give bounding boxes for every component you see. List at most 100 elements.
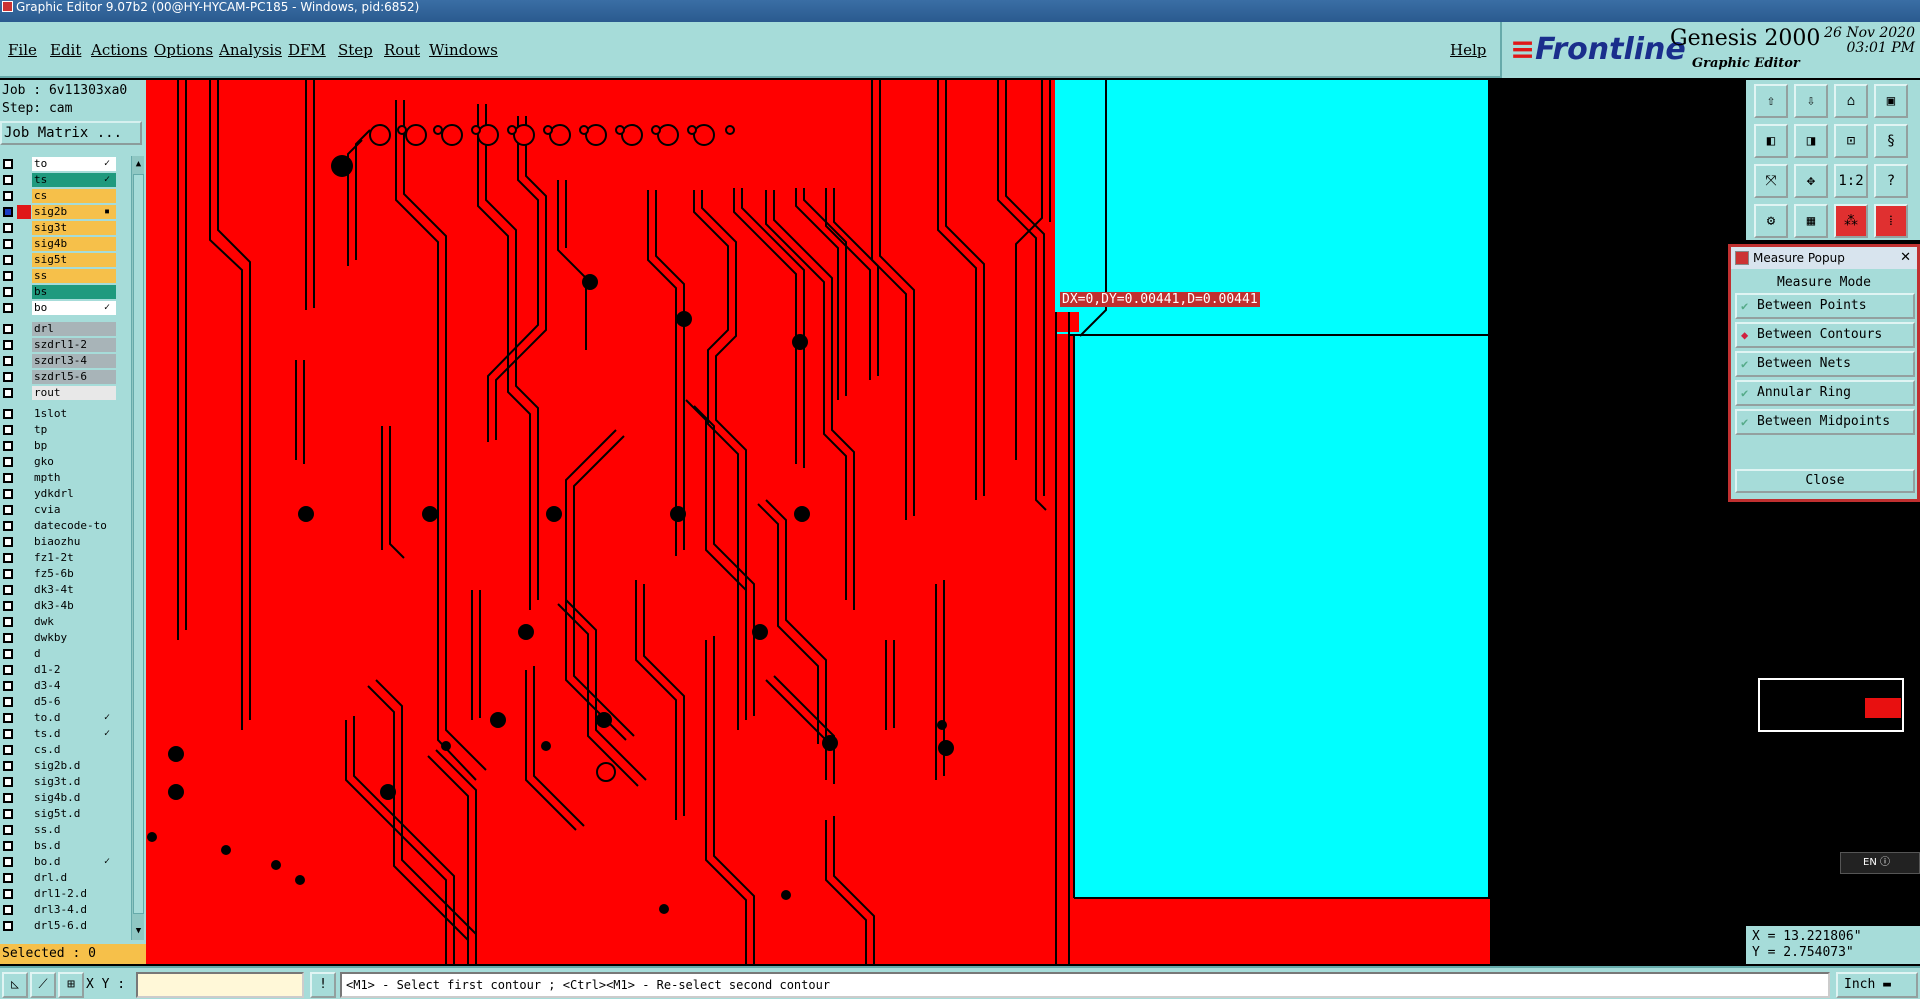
layer-checkbox[interactable] [3, 777, 13, 787]
layer-checkbox[interactable] [3, 617, 13, 627]
layer-row[interactable]: d5-6 [0, 694, 130, 710]
layer-row[interactable]: ss.d [0, 822, 130, 838]
layer-checkbox[interactable] [3, 324, 13, 334]
layer-name[interactable]: sig4b.d [32, 791, 116, 805]
option-between-points[interactable]: ✔ Between Points [1735, 293, 1915, 319]
layer-row[interactable]: ydkdrl [0, 486, 130, 502]
layer-row[interactable]: dk3-4t [0, 582, 130, 598]
layer-name[interactable]: gko [32, 455, 116, 469]
layer-row[interactable]: drl.d [0, 870, 130, 886]
layer-checkbox[interactable] [3, 159, 13, 169]
layer-row[interactable]: drl1-2.d [0, 886, 130, 902]
grid-snap-icon[interactable]: ⊞ [58, 972, 84, 998]
option-between-contours[interactable]: ◆ Between Contours [1735, 322, 1915, 348]
menu-step[interactable]: Step [338, 41, 373, 59]
layer-checkbox[interactable] [3, 505, 13, 515]
layer-checkbox[interactable] [3, 905, 13, 915]
menu-actions[interactable]: Actions [91, 41, 147, 59]
menu-help[interactable]: Help [1450, 41, 1486, 59]
layer-checkbox[interactable] [3, 713, 13, 723]
layer-checkbox[interactable] [3, 388, 13, 398]
layer-name[interactable]: ss.d [32, 823, 116, 837]
layer-row[interactable]: d [0, 646, 130, 662]
net-icon[interactable]: ⁂ [1834, 204, 1868, 238]
layer-name[interactable]: 1slot [32, 407, 116, 421]
zoom-out-icon[interactable]: § [1874, 124, 1908, 158]
layer-row[interactable]: szdrl1-2 [0, 337, 130, 353]
layer-checkbox[interactable] [3, 793, 13, 803]
zoom-in-icon[interactable]: ⊡ [1834, 124, 1868, 158]
scroll-thumb[interactable] [133, 174, 144, 914]
layer-name[interactable]: szdrl3-4 [32, 354, 116, 368]
layer-row[interactable]: dwk [0, 614, 130, 630]
menu-rout[interactable]: Rout [384, 41, 420, 59]
layer-checkbox[interactable] [3, 372, 13, 382]
grid-icon[interactable]: ▦ [1794, 204, 1828, 238]
scroll-down-icon[interactable]: ▼ [133, 924, 144, 938]
layer-name[interactable]: bp [32, 439, 116, 453]
snap-icon[interactable]: ⚙ [1754, 204, 1788, 238]
layer-name[interactable]: drl1-2.d [32, 887, 116, 901]
layer-row[interactable]: dwkby [0, 630, 130, 646]
layer-checkbox[interactable] [3, 271, 13, 281]
layer-row[interactable]: fz5-6b [0, 566, 130, 582]
help-icon[interactable]: ? [1874, 164, 1908, 198]
menu-dfm[interactable]: DFM [288, 41, 326, 59]
layer-row[interactable]: sig4b [0, 236, 130, 252]
layer-name[interactable]: dk3-4t [32, 583, 116, 597]
layer-checkbox[interactable] [3, 809, 13, 819]
menu-windows[interactable]: Windows [429, 41, 498, 59]
layer-name[interactable]: datecode-to [32, 519, 116, 533]
option-annular-ring[interactable]: ✔ Annular Ring [1735, 380, 1915, 406]
layer-checkbox[interactable] [3, 601, 13, 611]
measure-close-button[interactable]: Close [1735, 469, 1915, 493]
scroll-up-icon[interactable]: ▲ [133, 157, 144, 171]
layer-name[interactable]: szdrl1-2 [32, 338, 116, 352]
layer-checkbox[interactable] [3, 889, 13, 899]
layer-row[interactable]: to ✓ [0, 156, 130, 172]
layer-name[interactable]: dwkby [32, 631, 116, 645]
unit-selector[interactable]: Inch ▬ [1836, 972, 1918, 998]
layer-name[interactable]: szdrl5-6 [32, 370, 116, 384]
layer-checkbox[interactable] [3, 585, 13, 595]
layer-row[interactable]: bo ✓ [0, 300, 130, 316]
layer-down-icon[interactable]: ⇩ [1794, 84, 1828, 118]
layer-name[interactable]: sig5t.d [32, 807, 116, 821]
layer-checkbox[interactable] [3, 761, 13, 771]
layer-checkbox[interactable] [3, 175, 13, 185]
layer-row[interactable]: drl [0, 321, 130, 337]
layer-checkbox[interactable] [3, 521, 13, 531]
layer-name[interactable]: mpth [32, 471, 116, 485]
layer-row[interactable]: dk3-4b [0, 598, 130, 614]
layer-checkbox[interactable] [3, 569, 13, 579]
layer-checkbox[interactable] [3, 287, 13, 297]
layer-name[interactable]: fz5-6b [32, 567, 116, 581]
layer-name[interactable]: drl5-6.d [32, 919, 116, 933]
layer-name[interactable]: bs [32, 285, 116, 299]
layer-checkbox[interactable] [3, 489, 13, 499]
layer-name[interactable]: biaozhu [32, 535, 116, 549]
layer-name[interactable]: drl [32, 322, 116, 336]
menu-options[interactable]: Options [154, 41, 213, 59]
layer-name[interactable]: fz1-2t [32, 551, 116, 565]
layer-name[interactable]: sig4b [32, 237, 116, 251]
layer-name[interactable]: bs.d [32, 839, 116, 853]
layer-name[interactable]: d [32, 647, 116, 661]
layer-row[interactable]: gko [0, 454, 130, 470]
layer-name[interactable]: sig3t.d [32, 775, 116, 789]
layer-checkbox[interactable] [3, 356, 13, 366]
layer-row[interactable]: ts ✓ [0, 172, 130, 188]
layer-row[interactable]: drl5-6.d [0, 918, 130, 934]
window-icon[interactable]: ▣ [1874, 84, 1908, 118]
overview-map[interactable] [1758, 678, 1904, 732]
layer-checkbox[interactable] [3, 239, 13, 249]
step-left-icon[interactable]: ◧ [1754, 124, 1788, 158]
select-mode-icon[interactable]: ◺ [2, 972, 28, 998]
layer-name[interactable]: drl3-4.d [32, 903, 116, 917]
layer-checkbox[interactable] [3, 649, 13, 659]
layer-checkbox[interactable] [3, 745, 13, 755]
layer-row[interactable]: sig5t.d [0, 806, 130, 822]
layer-row[interactable]: ts.d ✓ [0, 726, 130, 742]
layer-row[interactable]: datecode-to [0, 518, 130, 534]
layer-checkbox[interactable] [3, 825, 13, 835]
